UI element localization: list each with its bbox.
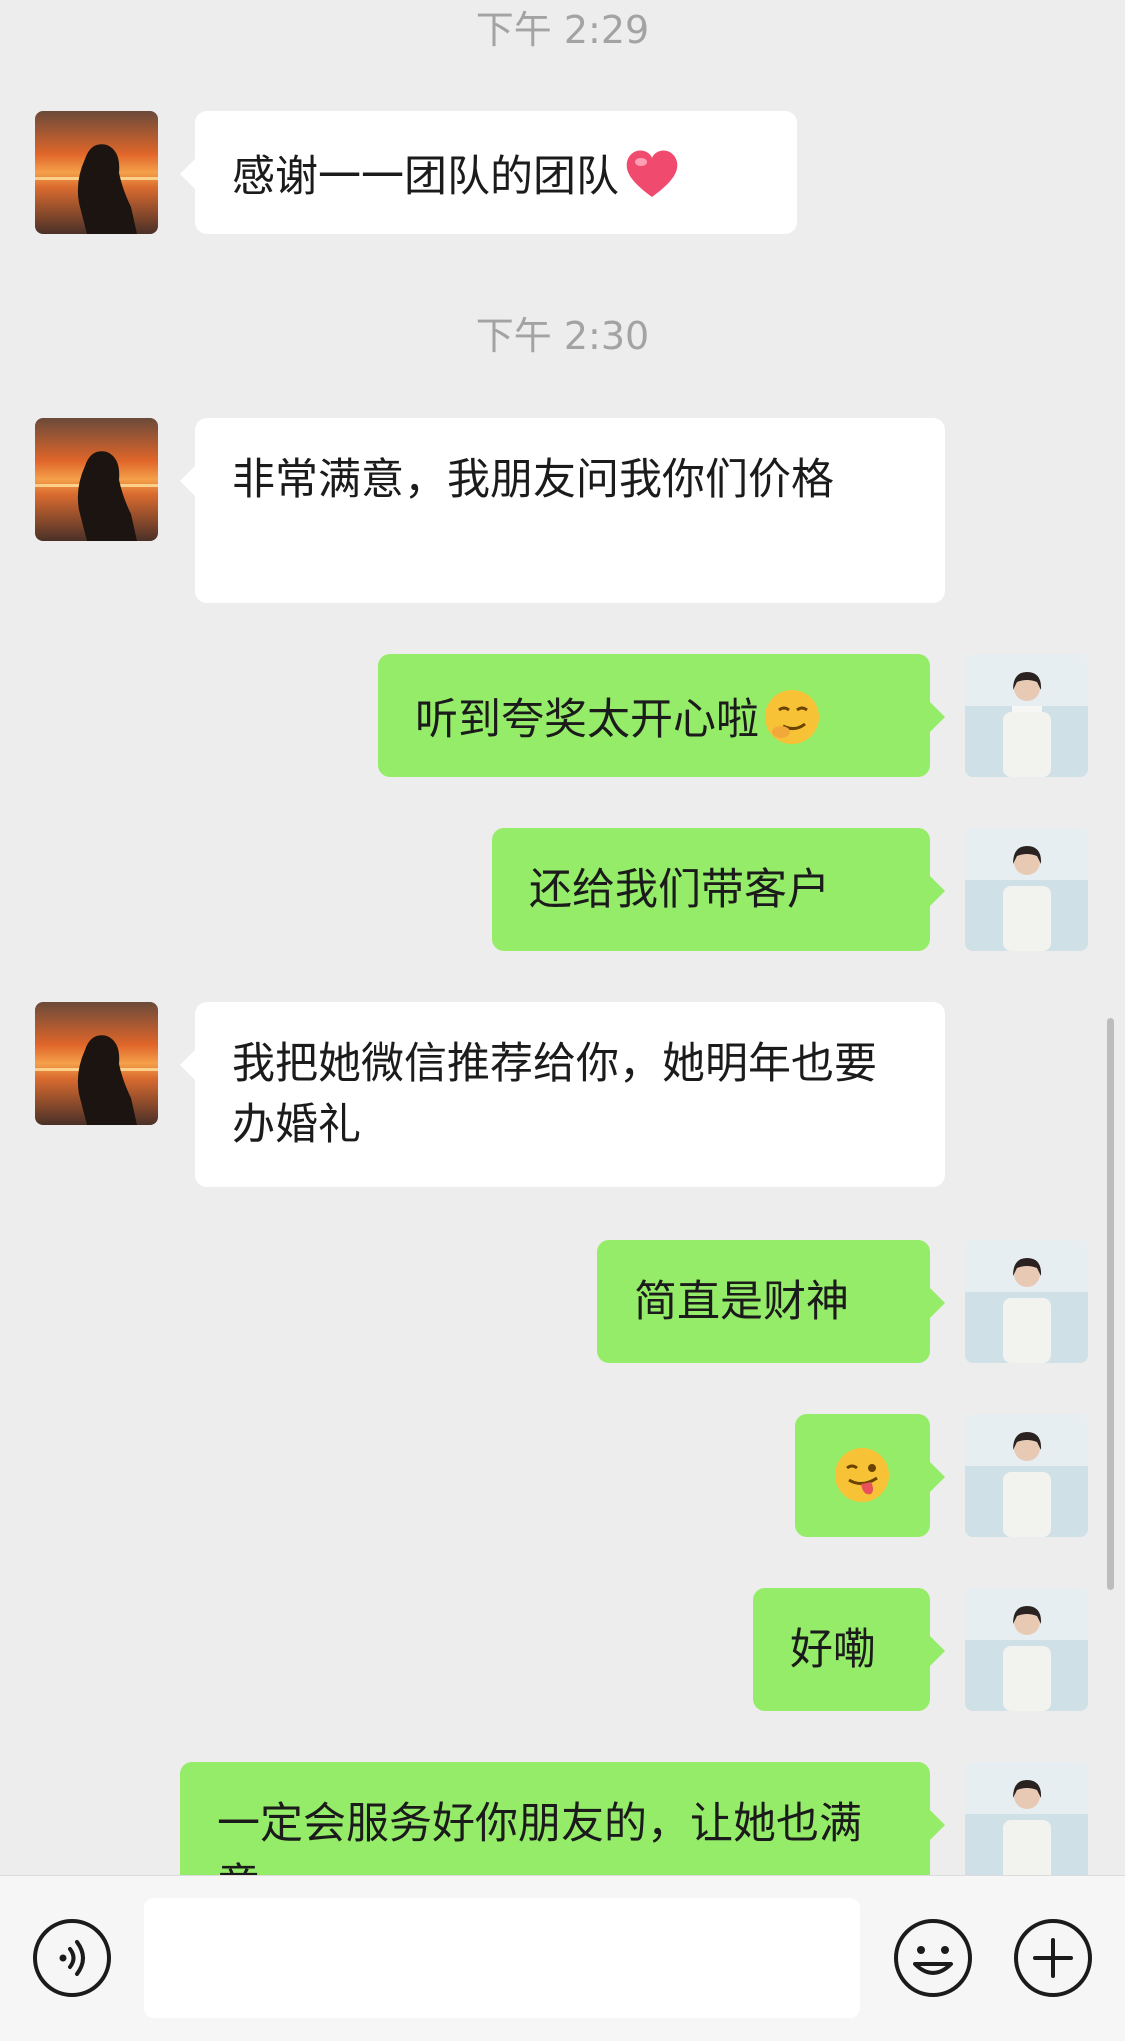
plus-button[interactable] bbox=[1011, 1916, 1095, 2000]
self-avatar[interactable] bbox=[965, 1414, 1088, 1537]
sender-avatar[interactable] bbox=[35, 418, 158, 541]
beach-portrait-avatar bbox=[965, 828, 1088, 951]
beach-portrait-avatar bbox=[965, 1762, 1088, 1875]
message-list[interactable]: 下午 2:29 感谢一一团队的团队 下午 2:30 非常满意，我朋友问我你们价格… bbox=[0, 0, 1125, 1875]
message-input[interactable] bbox=[144, 1898, 860, 2018]
winking-tongue-face-icon bbox=[831, 1444, 893, 1506]
message-text: 还给我们带客户 bbox=[529, 865, 830, 915]
voice-button[interactable] bbox=[30, 1916, 114, 2000]
sender-avatar[interactable] bbox=[35, 111, 158, 234]
message-text: 一定会服务好你朋友的，让她也满意 bbox=[217, 1799, 862, 1875]
heart-icon bbox=[621, 143, 683, 205]
chat-screen: 下午 2:29 感谢一一团队的团队 下午 2:30 非常满意，我朋友问我你们价格… bbox=[0, 0, 1125, 2041]
sunset-silhouette-avatar bbox=[35, 418, 158, 541]
voice-icon bbox=[33, 1919, 111, 1997]
beach-portrait-avatar bbox=[965, 1240, 1088, 1363]
message-bubble[interactable] bbox=[795, 1414, 945, 1537]
message-text: 好嘞 bbox=[790, 1625, 876, 1675]
beach-portrait-avatar bbox=[965, 1588, 1088, 1711]
message-text: 感谢一一团队的团队 bbox=[232, 152, 619, 202]
message-bubble[interactable]: 好嘞 bbox=[753, 1588, 945, 1711]
emoji-button[interactable] bbox=[891, 1916, 975, 2000]
plus-icon bbox=[1014, 1919, 1092, 1997]
message-text: 听到夸奖太开心啦 bbox=[415, 695, 759, 745]
self-avatar[interactable] bbox=[965, 654, 1088, 777]
sender-avatar[interactable] bbox=[35, 1002, 158, 1125]
scrollbar[interactable] bbox=[1107, 1018, 1114, 1590]
message-bubble[interactable]: 非常满意，我朋友问我你们价格 bbox=[180, 418, 945, 603]
message-bubble[interactable]: 简直是财神 bbox=[597, 1240, 945, 1363]
self-avatar[interactable] bbox=[965, 1762, 1088, 1875]
beach-portrait-avatar bbox=[965, 1414, 1088, 1537]
message-text: 简直是财神 bbox=[634, 1277, 849, 1327]
message-text: 我把她微信推荐给你，她明年也要办婚礼 bbox=[232, 1039, 877, 1150]
message-bubble[interactable]: 一定会服务好你朋友的，让她也满意 bbox=[180, 1762, 945, 1875]
self-avatar[interactable] bbox=[965, 828, 1088, 951]
self-avatar[interactable] bbox=[965, 1588, 1088, 1711]
message-bubble[interactable]: 感谢一一团队的团队 bbox=[180, 111, 797, 234]
smirk-face-icon bbox=[761, 686, 823, 748]
emoji-icon bbox=[894, 1919, 972, 1997]
beach-portrait-avatar bbox=[965, 654, 1088, 777]
timestamp: 下午 2:29 bbox=[475, 8, 650, 52]
message-bubble[interactable]: 还给我们带客户 bbox=[492, 828, 945, 951]
sunset-silhouette-avatar bbox=[35, 111, 158, 234]
timestamp: 下午 2:30 bbox=[475, 314, 650, 358]
input-bar bbox=[0, 1875, 1125, 2041]
sunset-silhouette-avatar bbox=[35, 1002, 158, 1125]
message-bubble[interactable]: 听到夸奖太开心啦 bbox=[378, 654, 945, 777]
self-avatar[interactable] bbox=[965, 1240, 1088, 1363]
message-text: 非常满意，我朋友问我你们价格 bbox=[232, 455, 834, 505]
message-bubble[interactable]: 我把她微信推荐给你，她明年也要办婚礼 bbox=[180, 1002, 945, 1187]
